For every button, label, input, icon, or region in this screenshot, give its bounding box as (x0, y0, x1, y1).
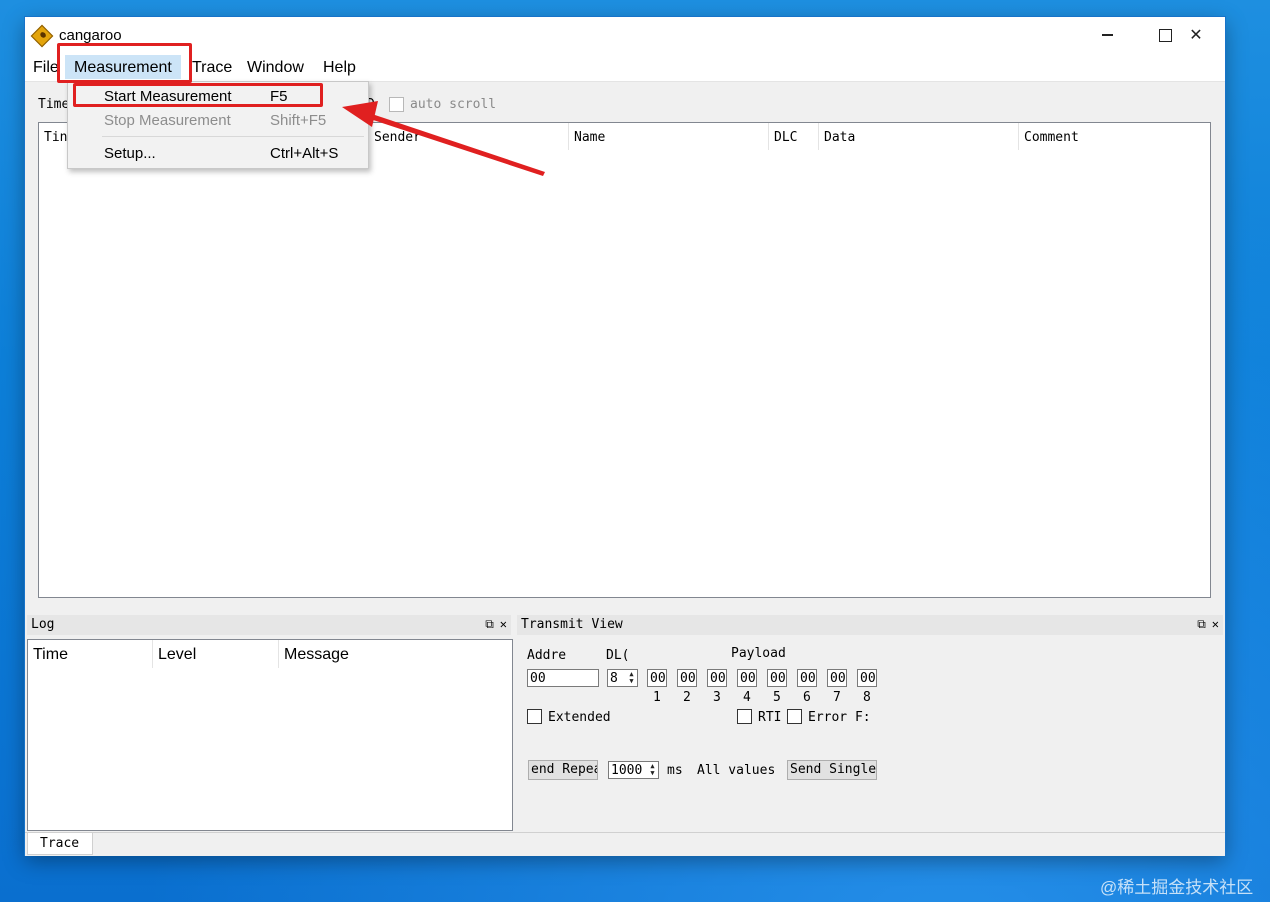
annotation-arrow (342, 101, 545, 176)
arrow-head-icon (342, 101, 378, 127)
watermark: @稀土掘金技术社区 (1100, 878, 1254, 897)
